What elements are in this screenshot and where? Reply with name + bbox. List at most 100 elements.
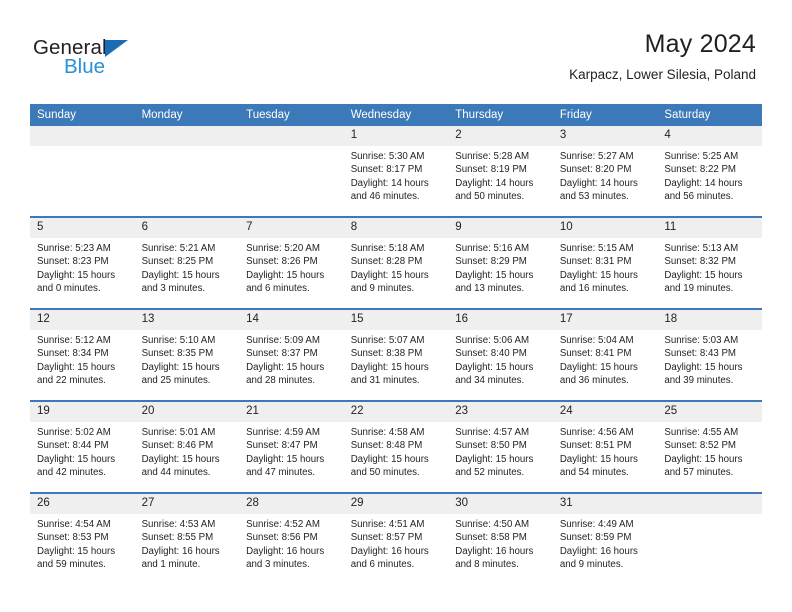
- sunrise-text: Sunrise: 5:21 AM: [141, 243, 216, 254]
- weekday-header-monday: Monday: [134, 104, 240, 126]
- sunrise-text: Sunrise: 5:10 AM: [141, 335, 216, 346]
- sunset-text: Sunset: 8:53 PM: [37, 532, 109, 544]
- day-details: Sunrise: 5:28 AM Sunset: 8:19 PM Dayligh…: [448, 146, 553, 203]
- sunset-text: Sunset: 8:46 PM: [141, 440, 214, 452]
- day-details: [657, 514, 762, 518]
- day-number: 14: [239, 310, 344, 330]
- sunset-text: Sunset: 8:34 PM: [37, 348, 109, 360]
- day-cell[interactable]: 30 Sunrise: 4:50 AM Sunset: 8:58 PM Dayl…: [448, 492, 553, 584]
- page-title: May 2024: [644, 30, 756, 58]
- daylight-text-line1: Daylight: 15 hours: [664, 361, 743, 373]
- daylight-text-line2: and 3 minutes.: [141, 282, 206, 294]
- daylight-text-line2: and 47 minutes.: [246, 466, 316, 478]
- sunset-text: Sunset: 8:31 PM: [559, 256, 632, 268]
- day-details: Sunrise: 5:30 AM Sunset: 8:17 PM Dayligh…: [344, 146, 449, 203]
- day-cell[interactable]: 28 Sunrise: 4:52 AM Sunset: 8:56 PM Dayl…: [239, 492, 344, 584]
- sunset-text: Sunset: 8:26 PM: [246, 256, 318, 268]
- day-cell[interactable]: 22 Sunrise: 4:58 AM Sunset: 8:48 PM Dayl…: [343, 400, 449, 493]
- day-cell[interactable]: 12 Sunrise: 5:12 AM Sunset: 8:34 PM Dayl…: [30, 308, 135, 401]
- day-cell[interactable]: 24 Sunrise: 4:56 AM Sunset: 8:51 PM Dayl…: [552, 400, 658, 493]
- sunrise-text: Sunrise: 5:09 AM: [246, 335, 320, 346]
- day-cell[interactable]: 25 Sunrise: 4:55 AM Sunset: 8:52 PM Dayl…: [657, 400, 762, 493]
- daylight-text-line2: and 59 minutes.: [37, 558, 106, 570]
- sunset-text: Sunset: 8:28 PM: [350, 256, 423, 268]
- sunset-text: Sunset: 8:19 PM: [455, 164, 527, 176]
- sunrise-text: Sunrise: 4:59 AM: [246, 427, 320, 438]
- daylight-text-line1: Daylight: 15 hours: [664, 269, 743, 281]
- day-cell[interactable]: 3 Sunrise: 5:27 AM Sunset: 8:20 PM Dayli…: [552, 126, 658, 217]
- title-block: May 2024 Karpacz, Lower Silesia, Poland: [569, 30, 756, 82]
- sunset-text: Sunset: 8:37 PM: [246, 348, 318, 360]
- sunrise-text: Sunrise: 4:54 AM: [37, 519, 111, 530]
- day-cell[interactable]: 7 Sunrise: 5:20 AM Sunset: 8:26 PM Dayli…: [239, 216, 344, 309]
- day-details: Sunrise: 5:04 AM Sunset: 8:41 PM Dayligh…: [553, 330, 658, 387]
- day-cell[interactable]: [134, 126, 240, 217]
- day-cell[interactable]: [657, 492, 762, 584]
- daylight-text-line1: Daylight: 15 hours: [664, 453, 743, 465]
- day-number: 29: [343, 494, 449, 514]
- day-cell[interactable]: [239, 126, 344, 217]
- day-cell[interactable]: 11 Sunrise: 5:13 AM Sunset: 8:32 PM Dayl…: [657, 216, 762, 309]
- sunset-text: Sunset: 8:29 PM: [455, 256, 527, 268]
- sunrise-text: Sunrise: 5:28 AM: [455, 151, 530, 162]
- sunrise-text: Sunrise: 5:04 AM: [559, 335, 634, 346]
- sunset-text: Sunset: 8:20 PM: [559, 164, 632, 176]
- daylight-text-line1: Daylight: 15 hours: [37, 269, 116, 281]
- day-cell[interactable]: 31 Sunrise: 4:49 AM Sunset: 8:59 PM Dayl…: [552, 492, 658, 584]
- day-cell[interactable]: 13 Sunrise: 5:10 AM Sunset: 8:35 PM Dayl…: [134, 308, 240, 401]
- day-cell[interactable]: [30, 126, 135, 217]
- sunrise-text: Sunrise: 5:12 AM: [37, 335, 111, 346]
- day-details: Sunrise: 5:23 AM Sunset: 8:23 PM Dayligh…: [30, 238, 135, 295]
- day-number: 13: [134, 310, 240, 330]
- day-cell[interactable]: 20 Sunrise: 5:01 AM Sunset: 8:46 PM Dayl…: [134, 400, 240, 493]
- sunrise-text: Sunrise: 5:03 AM: [664, 335, 739, 346]
- sunrise-text: Sunrise: 5:16 AM: [455, 243, 530, 254]
- sunrise-text: Sunrise: 5:02 AM: [37, 427, 111, 438]
- sunrise-text: Sunrise: 5:25 AM: [664, 151, 739, 162]
- day-cell[interactable]: 5 Sunrise: 5:23 AM Sunset: 8:23 PM Dayli…: [30, 216, 135, 309]
- day-cell[interactable]: 9 Sunrise: 5:16 AM Sunset: 8:29 PM Dayli…: [448, 216, 553, 309]
- day-cell[interactable]: 27 Sunrise: 4:53 AM Sunset: 8:55 PM Dayl…: [134, 492, 240, 584]
- sunset-text: Sunset: 8:25 PM: [141, 256, 214, 268]
- day-cell[interactable]: 4 Sunrise: 5:25 AM Sunset: 8:22 PM Dayli…: [657, 126, 762, 217]
- sunset-text: Sunset: 8:43 PM: [664, 348, 736, 360]
- calendar-week-row: 26 Sunrise: 4:54 AM Sunset: 8:53 PM Dayl…: [30, 492, 762, 584]
- day-cell[interactable]: 6 Sunrise: 5:21 AM Sunset: 8:25 PM Dayli…: [134, 216, 240, 309]
- daylight-text-line1: Daylight: 15 hours: [350, 453, 429, 465]
- daylight-text-line2: and 50 minutes.: [350, 466, 420, 478]
- daylight-text-line1: Daylight: 16 hours: [246, 545, 325, 557]
- day-number: 4: [657, 126, 762, 146]
- day-number: 11: [657, 218, 762, 238]
- day-details: Sunrise: 4:52 AM Sunset: 8:56 PM Dayligh…: [239, 514, 344, 571]
- daylight-text-line2: and 34 minutes.: [455, 374, 525, 386]
- daylight-text-line2: and 36 minutes.: [559, 374, 629, 386]
- day-number: 21: [239, 402, 344, 422]
- daylight-text-line2: and 39 minutes.: [664, 374, 734, 386]
- day-cell[interactable]: 17 Sunrise: 5:04 AM Sunset: 8:41 PM Dayl…: [552, 308, 658, 401]
- calendar-week-row: 19 Sunrise: 5:02 AM Sunset: 8:44 PM Dayl…: [30, 400, 762, 493]
- sunset-text: Sunset: 8:58 PM: [455, 532, 527, 544]
- day-cell[interactable]: 21 Sunrise: 4:59 AM Sunset: 8:47 PM Dayl…: [239, 400, 344, 493]
- day-cell[interactable]: 26 Sunrise: 4:54 AM Sunset: 8:53 PM Dayl…: [30, 492, 135, 584]
- day-cell[interactable]: 2 Sunrise: 5:28 AM Sunset: 8:19 PM Dayli…: [448, 126, 553, 217]
- day-cell[interactable]: 15 Sunrise: 5:07 AM Sunset: 8:38 PM Dayl…: [343, 308, 449, 401]
- sunset-text: Sunset: 8:35 PM: [141, 348, 214, 360]
- daylight-text-line2: and 0 minutes.: [37, 282, 101, 294]
- day-details: [239, 146, 344, 150]
- day-cell[interactable]: 16 Sunrise: 5:06 AM Sunset: 8:40 PM Dayl…: [448, 308, 553, 401]
- day-details: Sunrise: 5:12 AM Sunset: 8:34 PM Dayligh…: [30, 330, 135, 387]
- day-cell[interactable]: 19 Sunrise: 5:02 AM Sunset: 8:44 PM Dayl…: [30, 400, 135, 493]
- day-cell[interactable]: 18 Sunrise: 5:03 AM Sunset: 8:43 PM Dayl…: [657, 308, 762, 401]
- sunset-text: Sunset: 8:52 PM: [664, 440, 736, 452]
- calendar-week-row: 5 Sunrise: 5:23 AM Sunset: 8:23 PM Dayli…: [30, 216, 762, 309]
- day-cell[interactable]: 14 Sunrise: 5:09 AM Sunset: 8:37 PM Dayl…: [239, 308, 344, 401]
- daylight-text-line1: Daylight: 15 hours: [37, 453, 116, 465]
- day-cell[interactable]: 8 Sunrise: 5:18 AM Sunset: 8:28 PM Dayli…: [343, 216, 449, 309]
- day-cell[interactable]: 1 Sunrise: 5:30 AM Sunset: 8:17 PM Dayli…: [343, 126, 449, 217]
- day-number: 15: [343, 310, 449, 330]
- day-number: 23: [448, 402, 553, 422]
- day-cell[interactable]: 23 Sunrise: 4:57 AM Sunset: 8:50 PM Dayl…: [448, 400, 553, 493]
- day-cell[interactable]: 10 Sunrise: 5:15 AM Sunset: 8:31 PM Dayl…: [552, 216, 658, 309]
- daylight-text-line2: and 56 minutes.: [664, 190, 734, 202]
- day-cell[interactable]: 29 Sunrise: 4:51 AM Sunset: 8:57 PM Dayl…: [343, 492, 449, 584]
